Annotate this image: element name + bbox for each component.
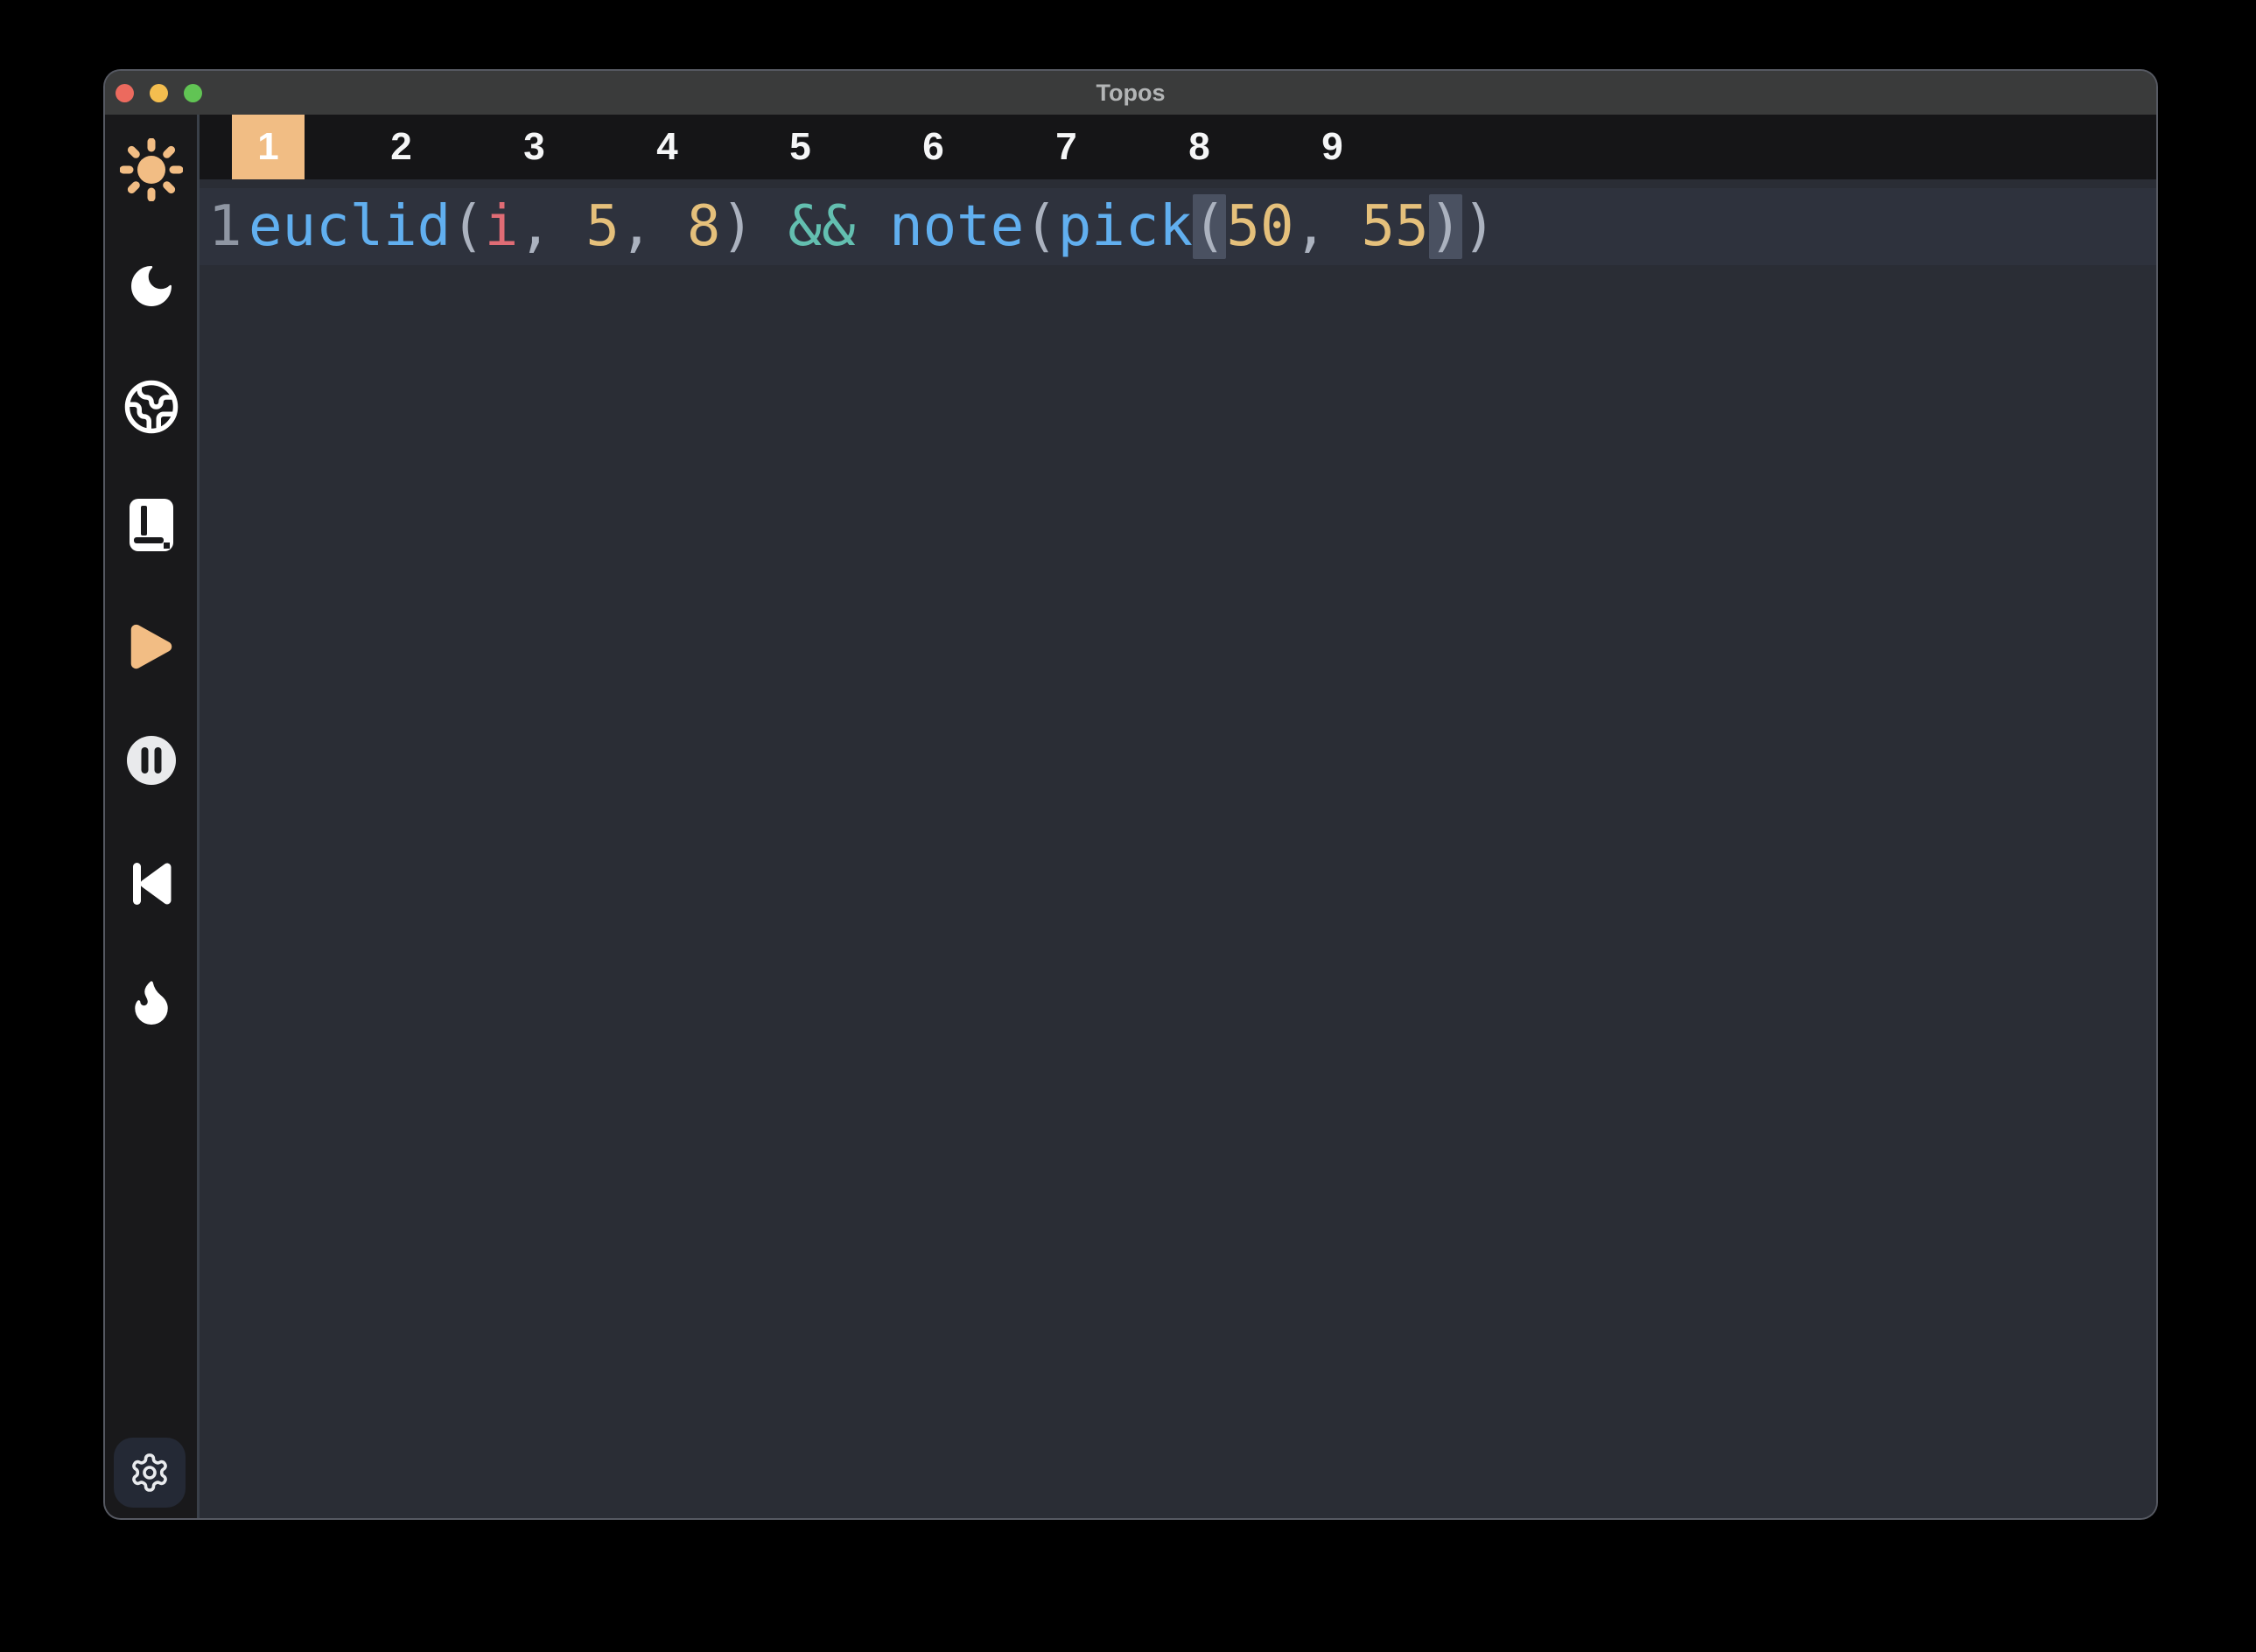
tab-2[interactable]: 2 bbox=[365, 115, 438, 179]
code-token: ) bbox=[1429, 194, 1463, 259]
app-window: Topos bbox=[103, 69, 2158, 1520]
main-area: 123456789 1 euclid(i, 5, 8) && note(pick… bbox=[105, 115, 2156, 1518]
code-line[interactable]: 1 euclid(i, 5, 8) && note(pick(50, 55)) bbox=[200, 188, 2156, 265]
sun-icon[interactable] bbox=[120, 138, 183, 201]
play-icon[interactable] bbox=[124, 620, 179, 674]
sidebar bbox=[105, 115, 200, 1518]
flame-icon[interactable] bbox=[126, 976, 177, 1027]
code-token: , bbox=[518, 194, 585, 259]
code-token: euclid bbox=[249, 194, 451, 259]
tab-6[interactable]: 6 bbox=[897, 115, 970, 179]
line-number: 1 bbox=[200, 194, 249, 259]
pause-icon[interactable] bbox=[125, 734, 178, 787]
tab-bar: 123456789 bbox=[200, 115, 2156, 179]
code-token: ( bbox=[1024, 194, 1058, 259]
gear-icon bbox=[129, 1452, 171, 1494]
code-token: && bbox=[788, 194, 856, 259]
code-token: pick bbox=[1058, 194, 1193, 259]
tab-3[interactable]: 3 bbox=[498, 115, 571, 179]
code-token: 55 bbox=[1362, 194, 1429, 259]
title-bar: Topos bbox=[105, 71, 2156, 115]
code-token: note bbox=[889, 194, 1024, 259]
tab-4[interactable]: 4 bbox=[631, 115, 704, 179]
tab-5[interactable]: 5 bbox=[764, 115, 837, 179]
code-token: i bbox=[485, 194, 519, 259]
code-token: 50 bbox=[1226, 194, 1293, 259]
code-token: ) bbox=[1462, 194, 1496, 259]
window-title: Topos bbox=[105, 80, 2156, 107]
code-token: ) bbox=[720, 194, 788, 259]
code-editor[interactable]: 1 euclid(i, 5, 8) && note(pick(50, 55)) bbox=[200, 179, 2156, 1518]
code-token: , bbox=[620, 194, 687, 259]
code-token: 5 bbox=[585, 194, 620, 259]
code-token bbox=[856, 194, 890, 259]
globe-icon[interactable] bbox=[123, 378, 180, 436]
code-token: ( bbox=[451, 194, 485, 259]
content-area: 123456789 1 euclid(i, 5, 8) && note(pick… bbox=[200, 115, 2156, 1518]
moon-icon[interactable] bbox=[126, 261, 177, 312]
code-token: 8 bbox=[687, 194, 721, 259]
code-token: , bbox=[1293, 194, 1361, 259]
book-icon[interactable] bbox=[125, 499, 178, 551]
settings-button[interactable] bbox=[114, 1438, 186, 1508]
tab-7[interactable]: 7 bbox=[1030, 115, 1103, 179]
skip-back-icon[interactable] bbox=[128, 860, 175, 907]
tab-8[interactable]: 8 bbox=[1163, 115, 1236, 179]
tab-9[interactable]: 9 bbox=[1296, 115, 1369, 179]
tab-1[interactable]: 1 bbox=[232, 115, 305, 179]
code-content: euclid(i, 5, 8) && note(pick(50, 55)) bbox=[249, 194, 1496, 259]
code-token: ( bbox=[1193, 194, 1227, 259]
